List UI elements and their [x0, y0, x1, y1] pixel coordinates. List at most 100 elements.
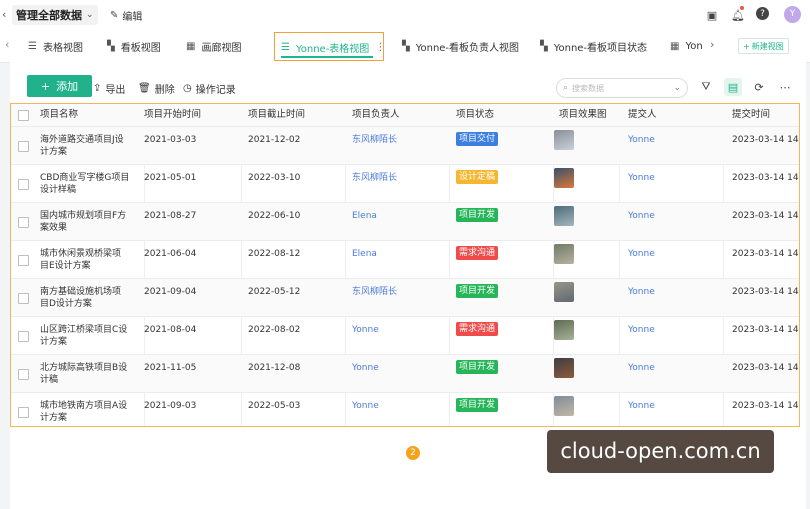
owner-cell[interactable]: 东风柳陌长 [352, 286, 397, 298]
submit-time-cell[interactable]: 2023-03-14 14:12:3 [732, 362, 799, 374]
submit-time-cell[interactable]: 2023-03-14 14:12:3 [732, 324, 799, 336]
status-badge[interactable]: 项目交付 [456, 132, 499, 146]
column-header[interactable]: 提交人 [628, 104, 657, 126]
table-row[interactable]: CBD商业写字楼G项目 设计样稿 2021-05-01 2022-03-10 东风柳陌长… [11, 164, 799, 203]
project-image-thumbnail[interactable] [554, 206, 574, 226]
table-row[interactable]: 海外道路交通项目J设 计方案 2021-03-03 2021-12-02 东风柳陌长 项目… [11, 126, 799, 165]
status-badge[interactable]: 需求沟通 [456, 246, 499, 260]
tab-yonne-table-view[interactable]: ☰ Yonne-表格视图 ⋮ [274, 32, 385, 61]
project-name-cell[interactable]: 北方城际高铁项目B设 计稿 [40, 362, 127, 386]
project-name-cell[interactable]: 山区跨江桥梁项目C设 计方案 [40, 324, 127, 348]
avatar[interactable]: Y [784, 6, 801, 23]
owner-cell[interactable]: 东风柳陌长 [352, 172, 397, 184]
row-checkbox[interactable] [18, 255, 29, 266]
start-date-cell[interactable]: 2021-05-01 [144, 172, 196, 184]
chevron-left-icon[interactable]: ‹ [2, 8, 6, 21]
end-date-cell[interactable]: 2022-03-10 [248, 172, 300, 184]
owner-cell[interactable]: Yonne [352, 362, 379, 374]
row-checkbox[interactable] [18, 293, 29, 304]
tab-yon-more[interactable]: ▦ Yon [670, 38, 703, 54]
submit-time-cell[interactable]: 2023-03-14 14:12:3 [732, 286, 799, 298]
submit-time-cell[interactable]: 2023-03-14 14:12:3 [732, 400, 799, 412]
column-header[interactable]: 项目截止时间 [248, 104, 305, 126]
scroll-left-icon[interactable]: ‹ [5, 38, 9, 51]
column-header[interactable]: 项目开始时间 [144, 104, 201, 126]
help-icon[interactable]: ? [756, 7, 769, 20]
tab-table-view[interactable]: ☰ 表格视图 [28, 38, 83, 54]
start-date-cell[interactable]: 2021-09-04 [144, 286, 196, 298]
project-name-cell[interactable]: 国内城市规划项目F方 案效果 [40, 210, 126, 234]
end-date-cell[interactable]: 2022-06-10 [248, 210, 300, 222]
export-button[interactable]: ⇪ 导出 [93, 79, 125, 97]
search-input[interactable]: ⌕ 搜索数据 ⌄ [556, 78, 688, 98]
submit-time-cell[interactable]: 2023-03-14 14:12:3 [732, 248, 799, 260]
tab-yonne-kanban-owner[interactable]: ▚ Yonne-看板负责人视图 [402, 38, 519, 54]
filter-icon[interactable]: ⛛ [698, 79, 714, 95]
operation-log-button[interactable]: ◷ 操作记录 [183, 79, 236, 97]
end-date-cell[interactable]: 2022-05-03 [248, 400, 300, 412]
project-image-thumbnail[interactable] [554, 168, 574, 188]
chevron-down-icon[interactable]: ⌄ [673, 83, 681, 93]
chat-icon[interactable]: ▣ [704, 7, 720, 23]
select-all-checkbox[interactable] [18, 110, 29, 121]
project-name-cell[interactable]: 城市休闲景观桥梁项 目E设计方案 [40, 248, 121, 272]
submitter-cell[interactable]: Yonne [628, 248, 655, 260]
status-badge[interactable]: 设计定稿 [456, 170, 499, 184]
more-vertical-icon[interactable]: ⋮ [375, 42, 385, 53]
refresh-icon[interactable]: ⟳ [751, 79, 767, 95]
status-badge[interactable]: 需求沟通 [456, 322, 499, 336]
column-header[interactable]: 提交时间 [732, 104, 770, 126]
end-date-cell[interactable]: 2021-12-08 [248, 362, 300, 374]
table-row[interactable]: 北方城际高铁项目B设 计稿 2021-11-05 2021-12-08 Yonne 项目开… [11, 354, 799, 393]
column-header[interactable]: 项目负责人 [352, 104, 400, 126]
project-image-thumbnail[interactable] [554, 320, 574, 340]
start-date-cell[interactable]: 2021-03-03 [144, 134, 196, 146]
table-row[interactable]: 南方基础设施机场项 目D设计方案 2021-09-04 2022-05-12 东风柳陌长… [11, 278, 799, 317]
bell-icon[interactable]: 🔔︎ [730, 7, 746, 23]
workspace-selector[interactable]: 管理全部数据 ⌄ [12, 5, 98, 25]
project-name-cell[interactable]: 城市地铁南方项目A设 计方案 [40, 400, 127, 424]
owner-cell[interactable]: 东风柳陌长 [352, 134, 397, 146]
submit-time-cell[interactable]: 2023-03-14 14:12:3 [732, 134, 799, 146]
status-badge[interactable]: 项目开发 [456, 208, 499, 222]
column-header[interactable]: 项目效果图 [559, 104, 607, 126]
submitter-cell[interactable]: Yonne [628, 286, 655, 298]
owner-cell[interactable]: Yonne [352, 324, 379, 336]
submit-time-cell[interactable]: 2023-03-14 14:12:3 [732, 172, 799, 184]
status-badge[interactable]: 项目开发 [456, 360, 499, 374]
owner-cell[interactable]: Elena [352, 248, 377, 260]
project-image-thumbnail[interactable] [554, 358, 574, 378]
status-badge[interactable]: 项目开发 [456, 284, 499, 298]
project-image-thumbnail[interactable] [554, 396, 574, 416]
table-row[interactable]: 山区跨江桥梁项目C设 计方案 2021-08-04 2022-08-02 Yonne 需求… [11, 316, 799, 355]
table-row[interactable]: 国内城市规划项目F方 案效果 2021-08-27 2022-06-10 Elena 项目… [11, 202, 799, 241]
scroll-right-icon[interactable]: › [710, 38, 714, 51]
delete-button[interactable]: 🗑︎ 删除 [138, 79, 175, 97]
add-button[interactable]: + 添加 [27, 75, 92, 97]
table-row[interactable]: 城市休闲景观桥梁项 目E设计方案 2021-06-04 2022-08-12 Elena… [11, 240, 799, 279]
column-header[interactable]: 项目状态 [456, 104, 494, 126]
start-date-cell[interactable]: 2021-09-03 [144, 400, 196, 412]
row-checkbox[interactable] [18, 331, 29, 342]
submitter-cell[interactable]: Yonne [628, 210, 655, 222]
submitter-cell[interactable]: Yonne [628, 400, 655, 412]
status-badge[interactable]: 项目开发 [456, 398, 499, 412]
submit-time-cell[interactable]: 2023-03-14 14:12:3 [732, 210, 799, 222]
start-date-cell[interactable]: 2021-11-05 [144, 362, 196, 374]
tab-kanban-view[interactable]: ▚ 看板视图 [107, 38, 161, 54]
new-view-button[interactable]: + 新建视图 [738, 38, 789, 54]
tab-gallery-view[interactable]: ▦ 画廊视图 [186, 38, 241, 54]
project-image-thumbnail[interactable] [554, 244, 574, 264]
column-header[interactable]: 项目名称 [40, 104, 78, 126]
more-horizontal-icon[interactable]: ⋯ [777, 79, 793, 95]
submitter-cell[interactable]: Yonne [628, 362, 655, 374]
owner-cell[interactable]: Elena [352, 210, 377, 222]
view-settings-icon[interactable]: ▤ [724, 78, 742, 96]
submitter-cell[interactable]: Yonne [628, 172, 655, 184]
start-date-cell[interactable]: 2021-08-04 [144, 324, 196, 336]
project-image-thumbnail[interactable] [554, 282, 574, 302]
start-date-cell[interactable]: 2021-06-04 [144, 248, 196, 260]
end-date-cell[interactable]: 2022-08-12 [248, 248, 300, 260]
table-row[interactable]: 城市地铁南方项目A设 计方案 2021-09-03 2022-05-03 Yonne 项目… [11, 392, 799, 426]
end-date-cell[interactable]: 2022-08-02 [248, 324, 300, 336]
